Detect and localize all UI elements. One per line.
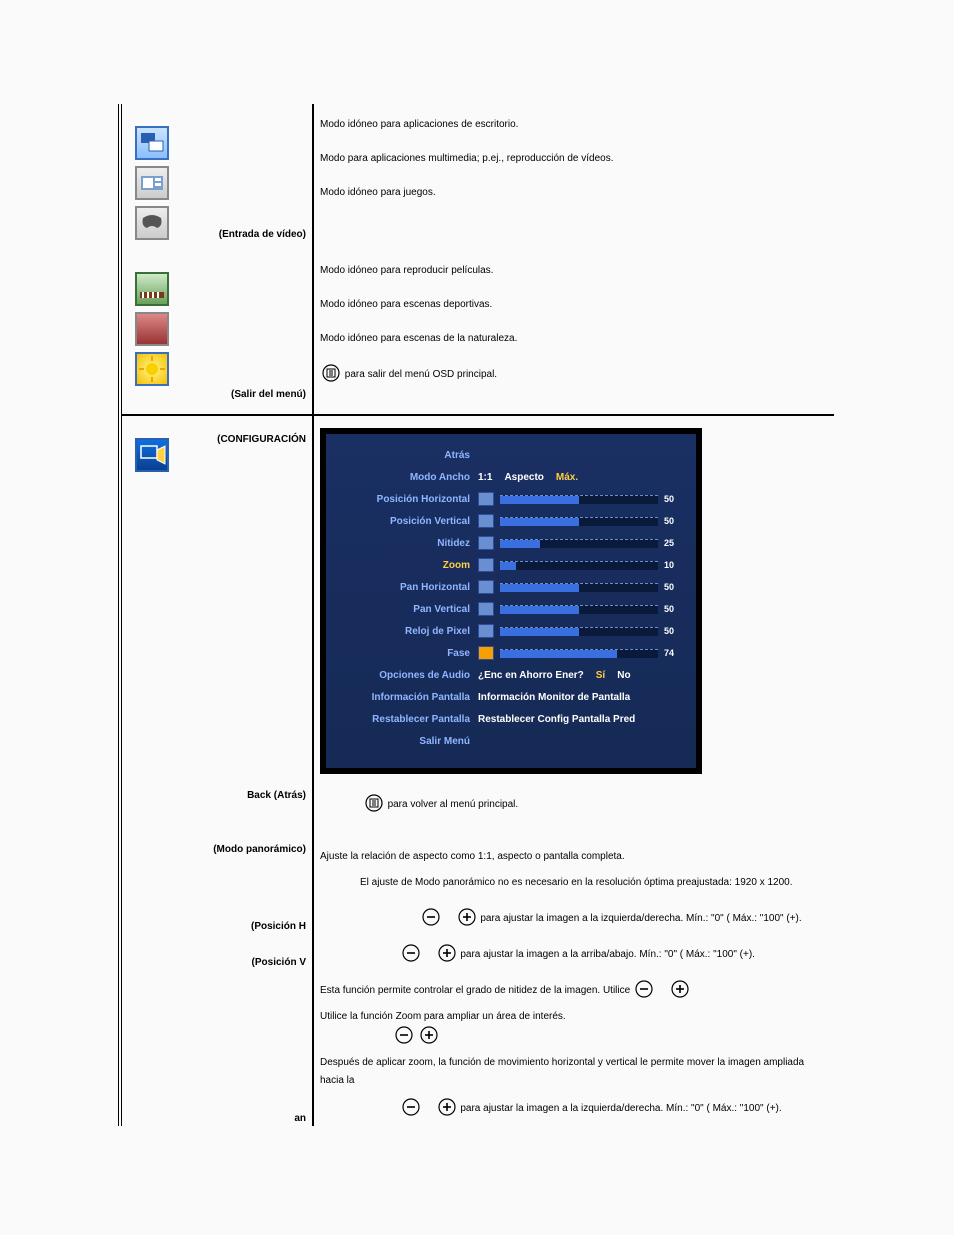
wide-mode-label: (Modo panorámico): [213, 844, 306, 855]
back-label: Back (Atrás): [247, 790, 306, 801]
osd-panel: Atrás Modo Ancho 1:1 Aspecto Máx.: [320, 428, 702, 774]
slider-panh[interactable]: 50: [478, 580, 682, 594]
plus-button-icon: [420, 1026, 438, 1044]
slider-hpos[interactable]: 50: [478, 492, 682, 506]
desktop-icon: [135, 126, 169, 160]
osd-hpos[interactable]: Posición Horizontal: [340, 494, 478, 505]
minus-button-icon: [402, 944, 420, 962]
slider-panv[interactable]: 50: [478, 602, 682, 616]
slider-sharp[interactable]: 25: [478, 536, 682, 550]
pan-text: Después de aplicar zoom, la función de m…: [320, 1050, 827, 1094]
wide-text2: El ajuste de Modo panorámico no es neces…: [360, 870, 827, 896]
plus-button-icon: [671, 980, 689, 998]
plus-button-icon: [438, 944, 456, 962]
minus-button-icon: [402, 1098, 420, 1116]
menu-button-icon: [365, 794, 383, 812]
osd-sharp[interactable]: Nitidez: [340, 538, 478, 549]
mode-sports: Modo idóneo para escenas deportivas.: [320, 288, 827, 322]
plus-button-icon: [458, 908, 476, 926]
minus-button-icon: [422, 908, 440, 926]
slider-vpos[interactable]: 50: [478, 514, 682, 528]
wide-text1: Ajuste la relación de aspecto como 1:1, …: [320, 844, 827, 870]
zoom-text: Utilice la función Zoom para ampliar un …: [320, 1011, 566, 1022]
osd-info[interactable]: Información Pantalla: [340, 692, 478, 703]
slider-pixel[interactable]: 50: [478, 624, 682, 638]
osd-vpos[interactable]: Posición Vertical: [340, 516, 478, 527]
osd-phase[interactable]: Fase: [340, 648, 478, 659]
back-text: para volver al menú principal.: [388, 799, 519, 810]
vpos-text: para ajustar la imagen a la arriba/abajo…: [460, 949, 755, 960]
osd-zoom[interactable]: Zoom: [340, 560, 478, 571]
display-settings-icon: [135, 438, 169, 472]
settings-table: (Entrada de vídeo) Modo idóneo para apli…: [122, 104, 834, 1126]
sports-icon: [135, 312, 169, 346]
mode-desktop: Modo idóneo para aplicaciones de escrito…: [320, 108, 827, 142]
exit-menu-label: (Salir del menú): [231, 389, 306, 400]
osd-panh[interactable]: Pan Horizontal: [340, 582, 478, 593]
slider-zoom[interactable]: 10: [478, 558, 682, 572]
sharp-text: Esta función permite controlar el grado …: [320, 985, 633, 996]
osd-back[interactable]: Atrás: [340, 450, 478, 461]
mode-movies: Modo idóneo para reproducir películas.: [320, 254, 827, 288]
multimedia-icon: [135, 166, 169, 200]
osd-audio[interactable]: Opciones de Audio: [340, 670, 478, 681]
nature-icon: [135, 352, 169, 386]
games-icon: [135, 206, 169, 240]
pan-text2: para ajustar la imagen a la izquierda/de…: [460, 1103, 781, 1114]
slider-phase[interactable]: 74: [478, 646, 682, 660]
mode-multimedia: Modo para aplicaciones multimedia; p.ej.…: [320, 142, 827, 176]
config-label: (CONFIGURACIÓN: [217, 434, 306, 445]
osd-exit[interactable]: Salir Menú: [340, 736, 478, 747]
mode-nature: Modo idóneo para escenas de la naturalez…: [320, 322, 827, 356]
minus-button-icon: [635, 980, 653, 998]
an-label: an: [294, 1113, 306, 1124]
plus-button-icon: [438, 1098, 456, 1116]
osd-wide[interactable]: Modo Ancho: [340, 472, 478, 483]
osd-panv[interactable]: Pan Vertical: [340, 604, 478, 615]
vpos-label: (Posición V: [252, 957, 306, 968]
osd-pixel[interactable]: Reloj de Pixel: [340, 626, 478, 637]
exit-text: para salir del menú OSD principal.: [345, 369, 497, 380]
menu-button-icon: [322, 364, 340, 382]
hpos-text: para ajustar la imagen a la izquierda/de…: [480, 913, 801, 924]
osd-reset[interactable]: Restablecer Pantalla: [340, 714, 478, 725]
hpos-label: (Posición H: [251, 921, 306, 932]
minus-button-icon: [395, 1026, 413, 1044]
mode-games: Modo idóneo para juegos.: [320, 176, 827, 210]
movie-icon: [135, 272, 169, 306]
video-input-label: (Entrada de vídeo): [219, 229, 306, 240]
